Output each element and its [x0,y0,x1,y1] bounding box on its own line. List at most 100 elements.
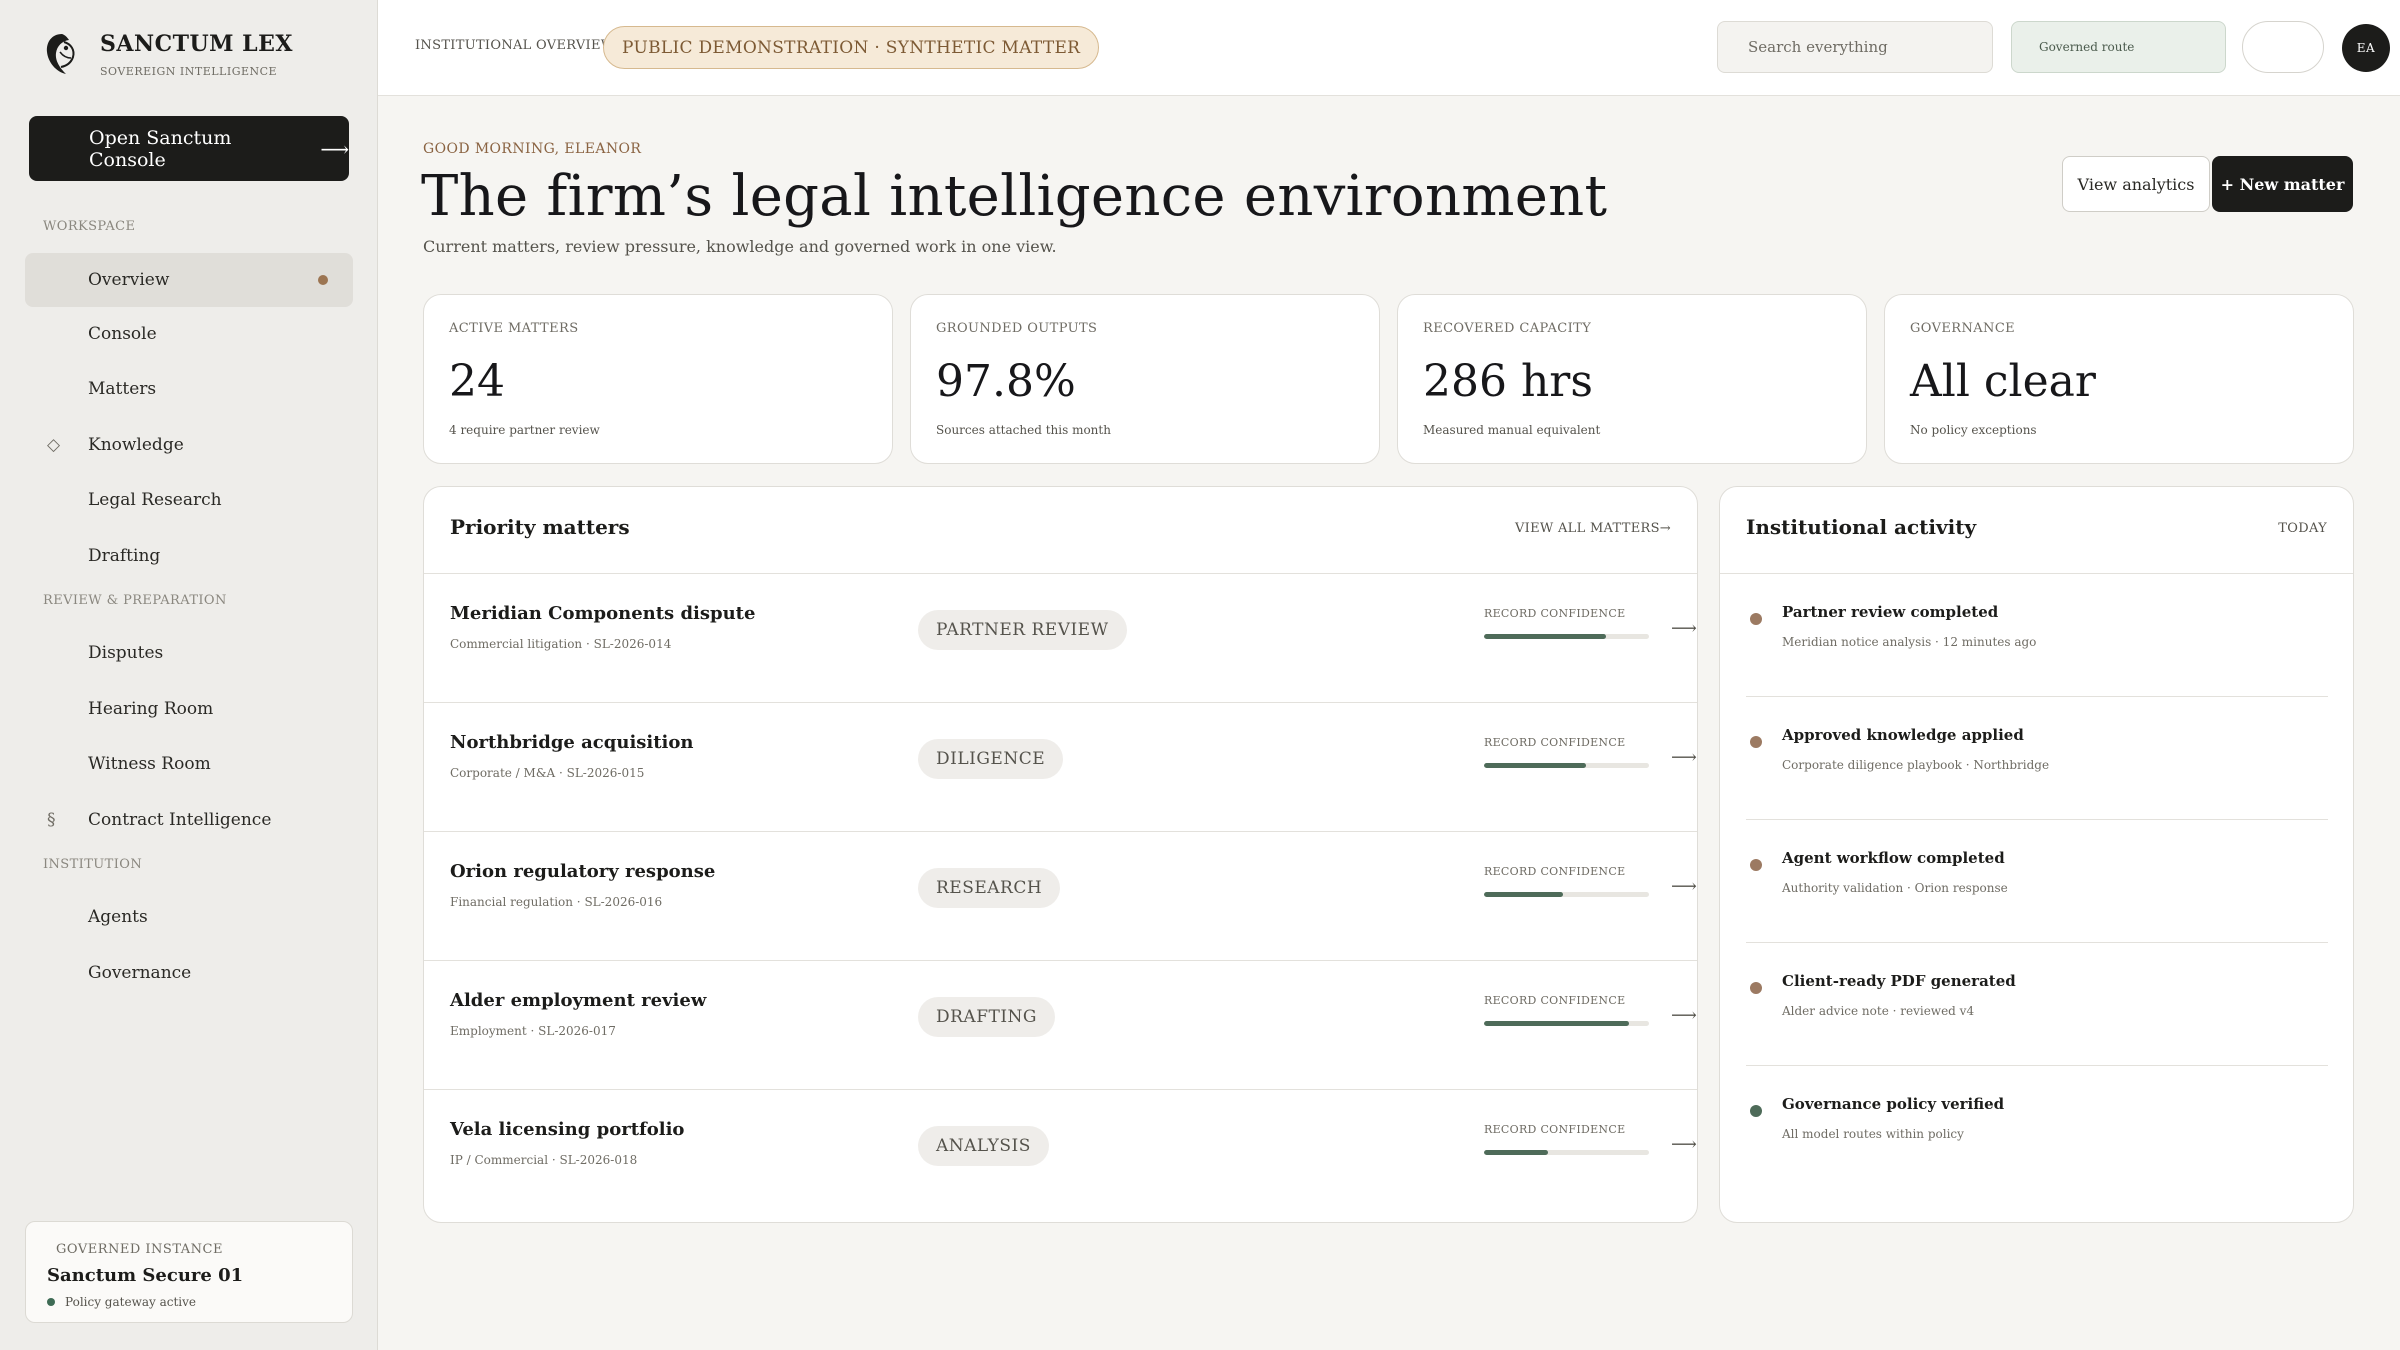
new-matter-button[interactable]: + New matter [2212,156,2353,212]
sidebar-item-label: Knowledge [88,435,184,455]
sidebar-item-knowledge[interactable]: ◇ Knowledge [25,418,353,472]
open-matter-arrow-icon[interactable]: ⟶ [1671,618,1697,639]
avatar[interactable]: EA [2342,24,2390,72]
activity-dot [1750,859,1762,871]
confidence-fill [1484,763,1587,768]
activity-item[interactable]: Partner review completed Meridian notice… [1746,574,2328,697]
activity-dot [1750,982,1762,994]
activity-dot [1750,1105,1762,1117]
sidebar-item-label: Governance [88,963,192,983]
diamond-icon: ◇ [47,435,61,455]
confidence-label: RECORD CONFIDENCE [1484,736,1626,749]
matter-name: Northbridge acquisition [450,732,694,753]
sidebar-item-label: Legal Research [88,490,222,510]
governed-instance-card[interactable]: GOVERNED INSTANCE Sanctum Secure 01 Poli… [25,1221,353,1323]
sidebar: SANCTUM LEX SOVEREIGN INTELLIGENCE Open … [0,0,378,1350]
matter-row[interactable]: Northbridge acquisition Corporate / M&A … [424,703,1697,832]
confidence-fill [1484,892,1564,897]
sidebar-item-label: Overview [88,270,170,290]
confidence-bar [1484,1150,1649,1155]
brand-tagline: SOVEREIGN INTELLIGENCE [100,64,278,78]
confidence-label: RECORD CONFIDENCE [1484,607,1626,620]
matter-meta: Corporate / M&A · SL-2026-015 [450,766,645,780]
panel-title: Priority matters [450,515,630,539]
view-analytics-button[interactable]: View analytics [2062,156,2210,212]
confidence-bar [1484,763,1649,768]
matter-meta: IP / Commercial · SL-2026-018 [450,1153,638,1167]
open-matter-arrow-icon[interactable]: ⟶ [1671,876,1697,897]
activity-title: Agent workflow completed [1782,849,2005,867]
stat-value: 97.8% [936,356,1076,407]
sidebar-item-governance[interactable]: Governance [25,946,353,1000]
sidebar-item-contract-intelligence[interactable]: § Contract Intelligence [25,793,353,847]
matter-meta: Commercial litigation · SL-2026-014 [450,637,672,651]
confidence-label: RECORD CONFIDENCE [1484,994,1626,1007]
stat-note: No policy exceptions [1910,423,2037,437]
sidebar-item-matters[interactable]: Matters [25,362,353,416]
stat-card-recovered-capacity: RECOVERED CAPACITY 286 hrs Measured manu… [1397,294,1867,464]
page-title: The firm’s legal intelligence environmen… [421,164,1608,229]
sidebar-item-drafting[interactable]: Drafting [25,529,353,583]
activity-item[interactable]: Agent workflow completed Authority valid… [1746,820,2328,943]
search-input[interactable] [1717,21,1993,73]
greeting: GOOD MORNING, ELEANOR [423,141,642,157]
governed-route-indicator[interactable]: Governed route [2011,21,2226,73]
confidence-bar [1484,634,1649,639]
sidebar-item-console[interactable]: Console [25,307,353,361]
sidebar-item-label: Agents [88,907,148,927]
open-matter-arrow-icon[interactable]: ⟶ [1671,747,1697,768]
activity-meta: Meridian notice analysis · 12 minutes ag… [1782,635,2037,649]
stat-note: Sources attached this month [936,423,1111,437]
sidebar-item-legal-research[interactable]: Legal Research [25,473,353,527]
confidence-bar [1484,1021,1649,1026]
sidebar-item-agents[interactable]: Agents [25,890,353,944]
matter-row[interactable]: Vela licensing portfolio IP / Commercial… [424,1090,1697,1219]
stat-note: 4 require partner review [449,423,600,437]
view-all-matters-link[interactable]: VIEW ALL MATTERS→ [1515,521,1671,536]
sidebar-item-witness-room[interactable]: Witness Room [25,737,353,791]
matter-row[interactable]: Orion regulatory response Financial regu… [424,832,1697,961]
activity-dot [1750,613,1762,625]
sidebar-item-label: Disputes [88,643,164,663]
activity-title: Approved knowledge applied [1782,726,2024,744]
status-dot [47,1298,55,1306]
demo-badge: PUBLIC DEMONSTRATION · SYNTHETIC MATTER [603,26,1100,69]
status-badge: RESEARCH [918,868,1061,908]
status-badge: DRAFTING [918,997,1056,1037]
sidebar-item-disputes[interactable]: Disputes [25,626,353,680]
open-matter-arrow-icon[interactable]: ⟶ [1671,1005,1697,1026]
sidebar-item-label: Hearing Room [88,699,214,719]
brand[interactable]: SANCTUM LEX SOVEREIGN INTELLIGENCE [40,28,293,80]
open-matter-arrow-icon[interactable]: ⟶ [1671,1134,1697,1155]
brand-name: SANCTUM LEX [100,30,293,57]
activity-item[interactable]: Client-ready PDF generated Alder advice … [1746,943,2328,1066]
activity-title: Client-ready PDF generated [1782,972,2016,990]
stat-value: 24 [449,356,505,407]
open-console-label: Open Sanctum Console [89,126,232,171]
section-sign-icon: § [47,810,56,830]
sidebar-item-overview[interactable]: Overview [25,253,353,307]
matter-row[interactable]: Alder employment review Employment · SL-… [424,961,1697,1090]
activity-item[interactable]: Governance policy verified All model rou… [1746,1066,2328,1189]
stat-note: Measured manual equivalent [1423,423,1601,437]
activity-title: Partner review completed [1782,603,1999,621]
blank-toggle-button[interactable] [2242,21,2324,73]
arrow-right-icon: ⟶ [320,136,349,161]
activity-item[interactable]: Approved knowledge applied Corporate dil… [1746,697,2328,820]
breadcrumb[interactable]: INSTITUTIONAL OVERVIEW [415,38,614,53]
sidebar-item-hearing-room[interactable]: Hearing Room [25,682,353,736]
status-badge: PARTNER REVIEW [918,610,1127,650]
matter-name: Alder employment review [450,990,707,1011]
stat-label: GOVERNANCE [1910,321,2016,336]
stat-value: All clear [1910,356,2096,407]
stat-label: GROUNDED OUTPUTS [936,321,1098,336]
sidebar-item-label: Matters [88,379,157,399]
priority-matters-panel: Priority matters VIEW ALL MATTERS→ Merid… [423,486,1698,1223]
open-console-button[interactable]: Open Sanctum Console ⟶ [29,116,349,181]
confidence-fill [1484,1150,1549,1155]
institutional-activity-panel: Institutional activity TODAY Partner rev… [1719,486,2354,1223]
section-label-workspace: WORKSPACE [43,219,136,234]
matter-row[interactable]: Meridian Components dispute Commercial l… [424,574,1697,703]
stat-card-active-matters: ACTIVE MATTERS 24 4 require partner revi… [423,294,893,464]
status-badge: ANALYSIS [918,1126,1049,1166]
